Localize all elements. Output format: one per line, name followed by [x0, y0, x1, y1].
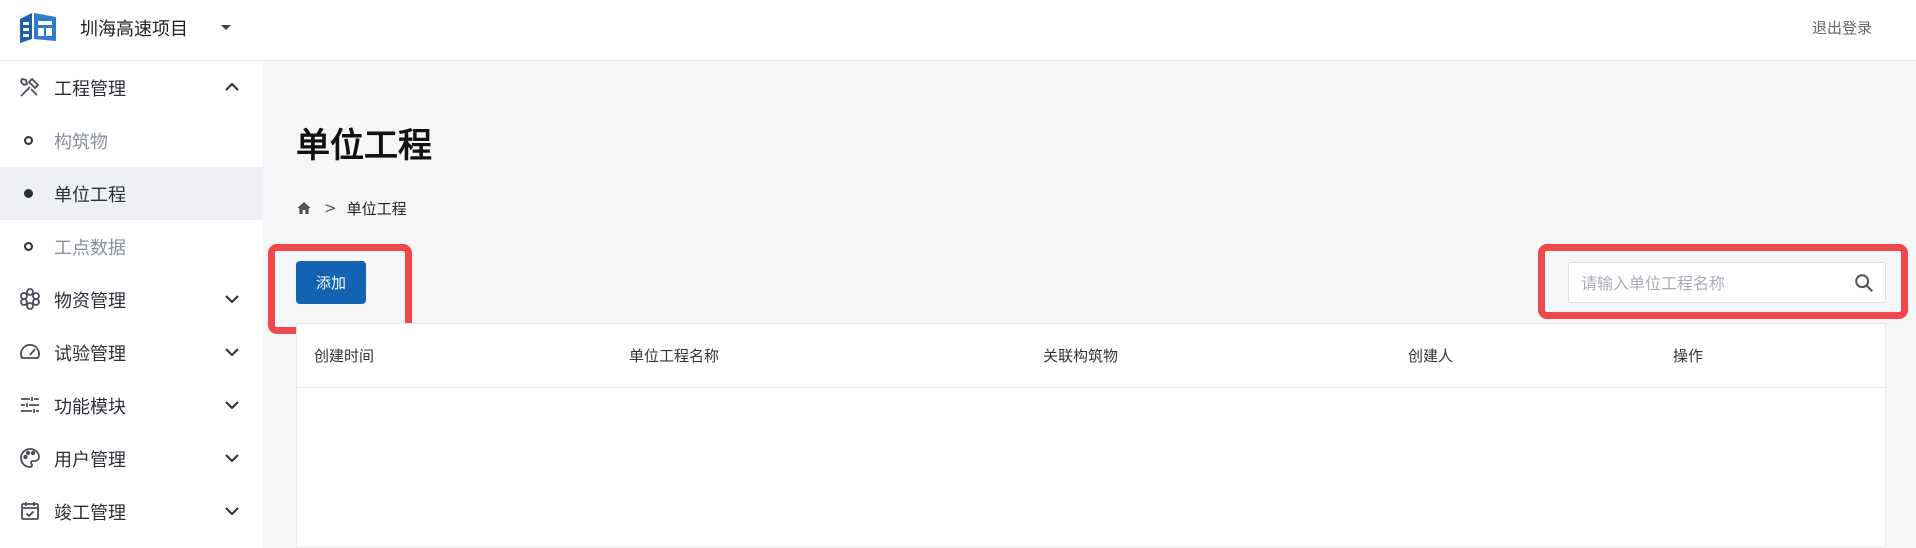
palette-icon — [20, 448, 40, 468]
sidebar-item-unit-project[interactable]: 单位工程 — [0, 167, 263, 220]
sidebar-group-label: 功能模块 — [54, 397, 126, 418]
sidebar-item-site-data[interactable]: 工点数据 — [0, 220, 263, 273]
add-button[interactable]: 添加 — [296, 261, 366, 304]
home-icon[interactable] — [296, 200, 312, 216]
logout-link[interactable]: 退出登录 — [1812, 17, 1872, 38]
breadcrumb-separator: > — [324, 199, 337, 217]
sidebar-group-materials[interactable]: 物资管理 — [0, 273, 263, 325]
chevron-down-icon — [225, 401, 239, 410]
sidebar-item-label: 构筑物 — [54, 132, 108, 153]
calendar-check-icon — [21, 502, 39, 520]
sidebar-group-modules[interactable]: 功能模块 — [0, 379, 263, 431]
column-header-creator[interactable]: 创建人 — [1408, 345, 1453, 366]
column-header-related-structures[interactable]: 关联构筑物 — [1043, 345, 1118, 366]
tools-icon — [19, 77, 40, 97]
top-bar: 圳海高速项目 退出登录 — [0, 0, 1916, 61]
search-input[interactable] — [1579, 263, 1843, 304]
sidebar-group-completion[interactable]: 竣工管理 — [0, 485, 263, 537]
sidebar: 工程管理 构筑物 单位工程 工点数据 物资管理 试验管理 功能模块 用户管理 竣… — [0, 61, 263, 548]
bullet-icon — [24, 242, 33, 251]
chevron-down-icon — [225, 348, 239, 357]
chevron-down-icon — [225, 507, 239, 516]
breadcrumb: > 单位工程 — [296, 197, 407, 219]
sidebar-group-label: 物资管理 — [54, 291, 126, 312]
sidebar-group-testing[interactable]: 试验管理 — [0, 326, 263, 378]
column-header-created-time[interactable]: 创建时间 — [314, 345, 374, 366]
chevron-up-icon — [225, 82, 239, 91]
app-logo — [20, 13, 56, 43]
column-header-unit-project-name[interactable]: 单位工程名称 — [629, 345, 719, 366]
sidebar-group-label: 工程管理 — [54, 79, 126, 100]
sidebar-group-label: 试验管理 — [54, 344, 126, 365]
sidebar-item-label: 单位工程 — [54, 185, 126, 206]
chevron-down-icon — [225, 295, 239, 304]
breadcrumb-current: 单位工程 — [346, 199, 407, 218]
search-field[interactable] — [1568, 262, 1886, 304]
data-table: 创建时间 单位工程名称 关联构筑物 创建人 操作 — [296, 323, 1886, 548]
sidebar-group-project[interactable]: 工程管理 — [0, 61, 263, 113]
bullet-icon — [24, 189, 33, 198]
caret-down-icon[interactable] — [214, 15, 238, 39]
search-icon[interactable] — [1853, 272, 1875, 294]
project-name: 圳海高速项目 — [80, 19, 188, 40]
sidebar-group-label: 竣工管理 — [54, 503, 126, 524]
sidebar-item-structures[interactable]: 构筑物 — [0, 114, 263, 167]
sidebar-item-label: 工点数据 — [54, 238, 126, 259]
gauge-icon — [20, 344, 40, 359]
bullet-icon — [24, 136, 33, 145]
column-header-actions: 操作 — [1673, 347, 1704, 365]
sidebar-group-users[interactable]: 用户管理 — [0, 432, 263, 484]
page-title: 单位工程 — [296, 126, 432, 166]
sliders-icon — [21, 397, 39, 413]
table-header: 创建时间 单位工程名称 关联构筑物 创建人 操作 — [297, 324, 1885, 388]
sidebar-group-label: 用户管理 — [54, 450, 126, 471]
molecule-icon — [20, 288, 40, 310]
chevron-down-icon — [225, 454, 239, 463]
